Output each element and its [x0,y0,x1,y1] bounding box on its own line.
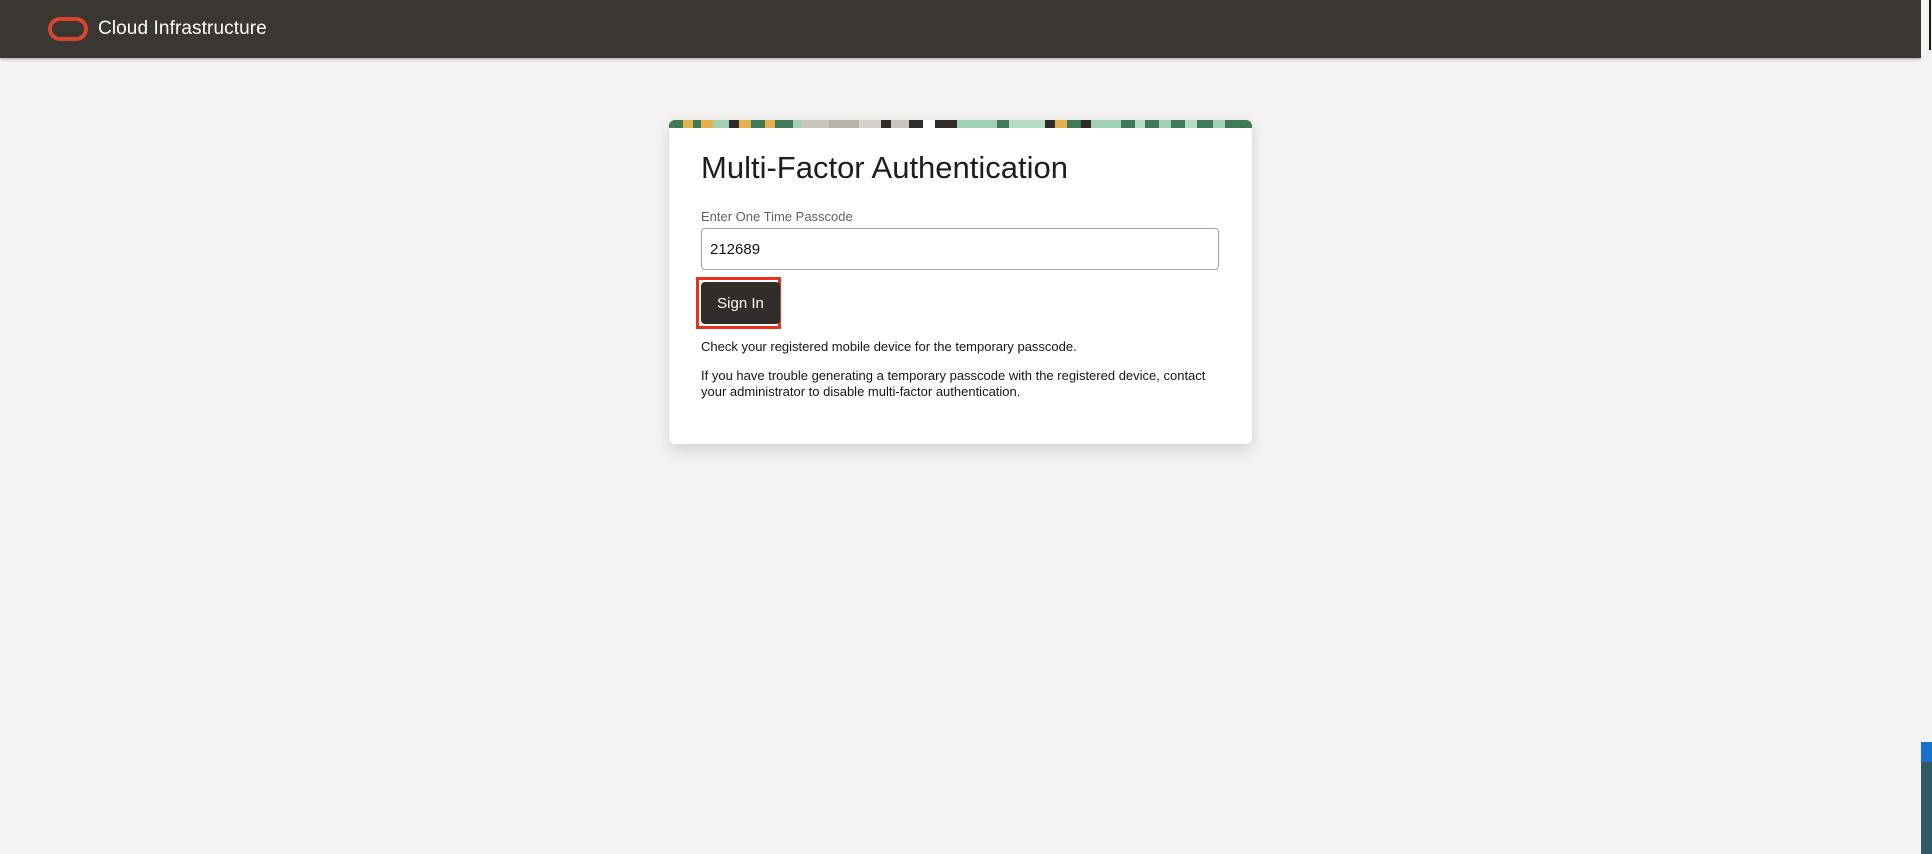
sign-in-button[interactable]: Sign In [701,282,780,324]
edge-accent-blue [1921,742,1932,762]
help-message: Check your registered mobile device for … [701,339,1077,354]
window-edge [1921,0,1932,854]
decorative-banner [669,120,1252,128]
top-navigation-bar: Cloud Infrastructure [0,0,1921,58]
oracle-logo-icon[interactable] [48,17,88,41]
scrollbar-edge [1929,0,1931,50]
trouble-message: If you have trouble generating a tempora… [701,368,1206,399]
edge-accent-teal [1921,762,1932,854]
mfa-card: Multi-Factor Authentication Enter One Ti… [669,120,1252,444]
brand-title[interactable]: Cloud Infrastructure [98,17,267,41]
page-title: Multi-Factor Authentication [701,150,1069,185]
passcode-label: Enter One Time Passcode [701,209,853,224]
passcode-input[interactable] [701,228,1219,270]
